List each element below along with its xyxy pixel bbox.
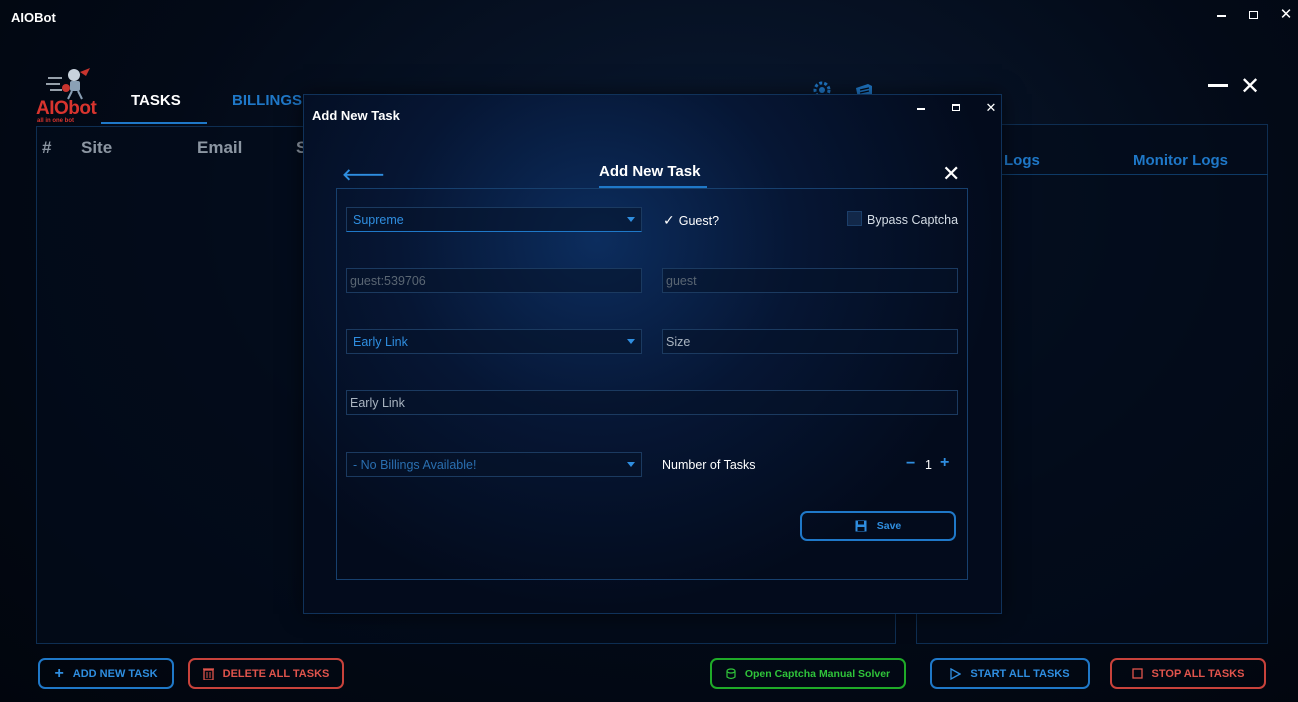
form-title-underline — [599, 186, 707, 188]
title-bar: AIOBot ✕ — [0, 0, 1298, 32]
delete-all-tasks-label: DELETE ALL TASKS — [222, 667, 330, 680]
logo-tagline: all in one bot — [37, 118, 74, 124]
tab-logs[interactable]: Logs — [1004, 152, 1040, 169]
dialog-maximize-button[interactable] — [948, 101, 964, 115]
database-icon — [726, 667, 736, 679]
minimize-icon — [917, 108, 925, 110]
guest-checkbox-label: Guest? — [678, 214, 720, 228]
billing-select[interactable]: - No Billings Available! — [346, 452, 642, 477]
early-link-placeholder: Early Link — [350, 396, 405, 410]
number-of-tasks-value[interactable]: 1 — [925, 458, 932, 472]
username-field[interactable]: guest:539706 — [346, 268, 642, 293]
dialog-window-title: Add New Task — [312, 108, 400, 123]
save-button-label: Save — [876, 520, 902, 532]
form-close-button[interactable]: ✕ — [942, 161, 960, 187]
back-arrow-icon[interactable]: 🡐 — [342, 164, 385, 185]
column-header-email: Email — [197, 138, 243, 157]
dialog-close-button[interactable]: ✕ — [983, 101, 999, 115]
plus-icon: + — [54, 664, 64, 682]
form-title: Add New Task — [599, 163, 701, 180]
mode-select-value: Early Link — [353, 335, 408, 349]
active-tab-indicator — [101, 122, 207, 124]
trash-icon — [202, 668, 214, 680]
add-new-task-label: ADD NEW TASK — [72, 667, 158, 680]
delete-all-tasks-button[interactable]: DELETE ALL TASKS — [188, 658, 344, 689]
stop-icon — [1131, 668, 1143, 679]
tab-monitor-logs[interactable]: Monitor Logs — [1133, 152, 1228, 169]
username-placeholder: guest:539706 — [350, 274, 426, 288]
tab-billings[interactable]: BILLINGS — [232, 92, 302, 109]
decrement-button[interactable]: − — [906, 455, 915, 473]
stop-all-tasks-label: STOP ALL TASKS — [1151, 667, 1245, 680]
floppy-disk-icon — [855, 520, 867, 532]
site-select-value: Supreme — [353, 213, 404, 227]
app-logo: AIObot all in one bot — [36, 66, 106, 124]
bypass-captcha-checkbox[interactable] — [847, 211, 862, 226]
password-placeholder: guest — [666, 274, 697, 288]
app-close-button[interactable]: ✕ — [1240, 72, 1260, 101]
password-field[interactable]: guest — [662, 268, 958, 293]
window-title: AIOBot — [11, 10, 56, 25]
maximize-icon — [1249, 11, 1258, 19]
column-header-number: # — [42, 138, 52, 157]
open-captcha-solver-button[interactable]: Open Captcha Manual Solver — [710, 658, 906, 689]
mode-select[interactable]: Early Link — [346, 329, 642, 354]
billing-select-value: - No Billings Available! — [353, 458, 477, 472]
chevron-down-icon — [627, 217, 635, 222]
robot-mascot-icon — [46, 68, 90, 100]
open-captcha-solver-label: Open Captcha Manual Solver — [744, 667, 891, 680]
stop-all-tasks-button[interactable]: STOP ALL TASKS — [1110, 658, 1266, 689]
checkmark-icon: ✓ — [663, 212, 675, 228]
size-field[interactable]: Size — [662, 329, 958, 354]
add-new-task-button[interactable]: + ADD NEW TASK — [38, 658, 174, 689]
early-link-field[interactable]: Early Link — [346, 390, 958, 415]
start-all-tasks-button[interactable]: START ALL TASKS — [930, 658, 1090, 689]
chevron-down-icon — [627, 339, 635, 344]
guest-checkbox[interactable]: ✓ Guest? — [663, 212, 719, 229]
app-window: AIOBot ✕ AIObot all in one bot TASKS BIL… — [0, 0, 1298, 702]
column-header-site: Site — [81, 138, 113, 157]
number-of-tasks-label: Number of Tasks — [662, 458, 756, 472]
site-select[interactable]: Supreme — [346, 207, 642, 232]
start-all-tasks-label: START ALL TASKS — [970, 667, 1070, 680]
tab-tasks[interactable]: TASKS — [131, 92, 181, 109]
app-minimize-button[interactable] — [1208, 84, 1228, 87]
play-icon — [950, 667, 962, 680]
chevron-down-icon — [627, 462, 635, 467]
minimize-icon — [1217, 15, 1226, 17]
save-button[interactable]: Save — [800, 511, 956, 541]
increment-button[interactable]: + — [940, 454, 949, 472]
dialog-minimize-button[interactable] — [913, 101, 929, 115]
logo-text: AIObot — [36, 98, 97, 119]
size-placeholder: Size — [666, 335, 691, 349]
window-minimize-button[interactable] — [1212, 6, 1232, 24]
window-maximize-button[interactable] — [1244, 6, 1264, 24]
bypass-captcha-label: Bypass Captcha — [867, 213, 959, 227]
maximize-icon — [952, 104, 960, 111]
window-close-button[interactable]: ✕ — [1276, 6, 1296, 24]
